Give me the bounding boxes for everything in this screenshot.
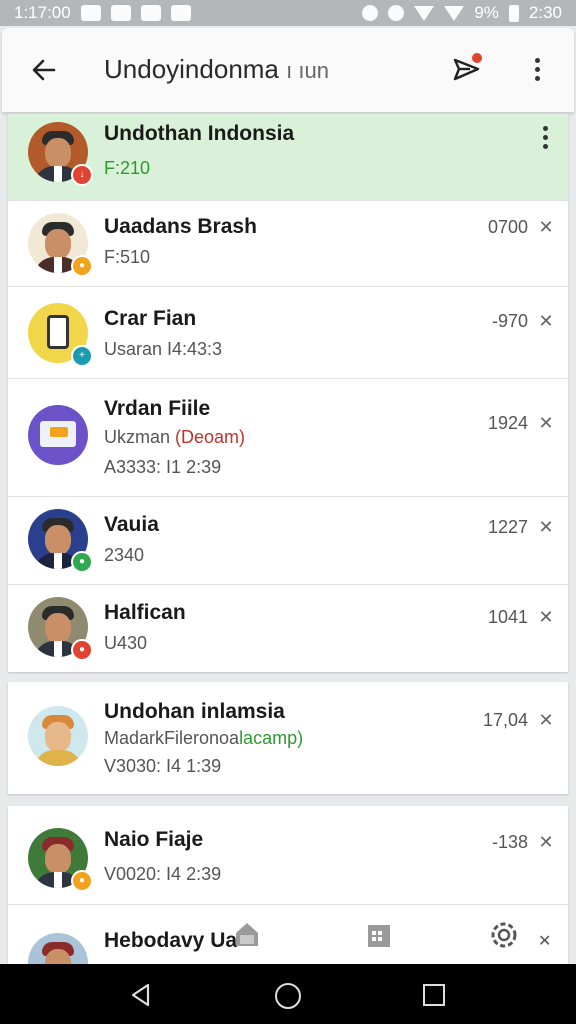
contact-sub-plain: MadarkFileronoa (104, 728, 240, 748)
app-bar: Undoyindonma ı ıun (2, 28, 574, 112)
contact-meta: -138 (491, 832, 528, 852)
system-nav-bar (0, 964, 576, 1024)
page-title-text: Undoyindonma (104, 54, 279, 84)
avatar: ● (28, 828, 93, 892)
contact-sub-line2: A3333: I1 2:39 (104, 457, 222, 477)
avatar: + (28, 303, 93, 367)
signal-icon (444, 5, 465, 21)
battery-percent: 9% (474, 3, 499, 22)
close-icon[interactable]: ✕ (536, 832, 556, 853)
badge-icon: ↓ (71, 164, 93, 186)
contact-name: Uaadans Brash (104, 215, 257, 238)
list-item[interactable]: ● Halfican U430 1041 ✕ (8, 584, 568, 672)
close-icon[interactable]: ✕ (538, 931, 551, 951)
close-icon[interactable]: ✕ (536, 311, 556, 332)
conversation-card-2: Undohan inlamsia MadarkFileronoalacamp) … (8, 682, 568, 794)
contact-name: Vauia (104, 513, 159, 536)
wifi-icon (414, 5, 435, 21)
page-title: Undoyindonma ı ıun (104, 54, 329, 85)
close-icon[interactable]: ✕ (536, 710, 556, 731)
back-button[interactable] (26, 50, 62, 90)
contact-meta: 1924 (487, 413, 528, 433)
arrow-left-icon (32, 59, 56, 81)
nav-home-icon[interactable] (275, 983, 301, 1009)
contact-sub: F:510 (104, 247, 151, 267)
contact-sub: F:210 (104, 158, 151, 178)
badge-icon: ● (71, 639, 93, 661)
list-item[interactable]: ● Uaadans Brash F:510 0700 ✕ (8, 200, 568, 286)
page-title-suffix: ı ıun (286, 58, 329, 83)
home-icon[interactable] (232, 919, 262, 949)
list-item[interactable]: ● Naio Fiaje V0020: I4 2:39 -138 ✕ (8, 806, 568, 904)
close-icon[interactable]: ✕ (536, 217, 556, 238)
contact-sub: V0020: I4 2:39 (104, 864, 222, 884)
camera-icon (110, 5, 131, 21)
contact-name: Undohan inlamsia (104, 700, 285, 723)
contact-sub: MadarkFileronoalacamp) (104, 728, 303, 749)
bottom-toolbar: Hebodavy Ua ✕ (8, 904, 568, 965)
conversation-card-1: ↓ Undothan Indonsia F:210 ● Uaadans Bras… (8, 114, 568, 672)
contact-name: Vrdan Fiile (104, 397, 211, 420)
battery-icon (508, 4, 519, 22)
avatar (28, 405, 88, 465)
list-item[interactable]: + Crar Fian Usaran I4:43:3 -970 ✕ (8, 286, 568, 378)
nav-back-icon[interactable] (128, 982, 154, 1008)
status-clock-right: 2:30 (528, 3, 562, 22)
send-icon (453, 53, 482, 81)
contact-meta: 1041 (487, 607, 528, 627)
contact-meta: -970 (491, 311, 528, 331)
contact-sub: 2340 (104, 545, 145, 565)
contact-sub-tag: lacamp) (239, 728, 304, 748)
nfc-icon (362, 5, 379, 21)
contact-name: Naio Fiaje (104, 828, 204, 851)
contact-meta: 0700 (487, 217, 528, 237)
contact-name: Undothan Indonsia (104, 122, 295, 145)
lock-icon (140, 5, 161, 21)
contact-sub-line2: V3030: I4 1:39 (104, 756, 222, 776)
more-vert-icon[interactable] (543, 126, 548, 149)
notification-icon (80, 5, 101, 21)
nav-recent-icon[interactable] (423, 984, 445, 1006)
list-item[interactable]: Undohan inlamsia MadarkFileronoalacamp) … (8, 682, 568, 794)
list-item[interactable]: ● Vauia 2340 1227 ✕ (8, 496, 568, 584)
more-vert-icon[interactable] (535, 58, 540, 81)
contact-meta: 17,04 (482, 710, 528, 730)
list-item[interactable]: Vrdan Fiile Ukzman (Deoam) A3333: I1 2:3… (8, 378, 568, 496)
close-icon[interactable]: ✕ (536, 517, 556, 538)
status-time: 1:17:00 (14, 3, 71, 22)
contact-sub: Usaran I4:43:3 (104, 339, 223, 359)
settings-icon[interactable] (488, 919, 520, 951)
badge-icon: ● (71, 255, 93, 277)
contact-name: Hebodavy Ua (104, 929, 238, 952)
avatar: ↓ (28, 122, 93, 186)
avatar: ● (28, 597, 93, 661)
contact-sub: U430 (104, 633, 148, 653)
close-icon[interactable]: ✕ (536, 607, 556, 628)
mail-icon (170, 5, 191, 21)
calendar-icon[interactable] (366, 921, 392, 949)
contact-sub-plain: Ukzman (104, 427, 176, 447)
alarm-icon (388, 5, 405, 21)
contact-name: Crar Fian (104, 307, 197, 330)
avatar: ● (28, 509, 93, 573)
contact-meta: 1227 (487, 517, 528, 537)
badge-icon: + (71, 345, 93, 367)
contact-name: Halfican (104, 601, 186, 624)
send-button[interactable] (450, 52, 484, 86)
status-bar: 1:17:00 9% 2:30 (0, 0, 576, 26)
badge-icon: ● (71, 551, 93, 573)
contact-sub: Ukzman (Deoam) (104, 427, 245, 448)
contact-sub-tag: (Deoam) (175, 427, 246, 447)
avatar (28, 706, 88, 766)
avatar: ● (28, 213, 93, 277)
avatar (28, 933, 88, 965)
list-item[interactable]: ↓ Undothan Indonsia F:210 (8, 114, 568, 200)
close-icon[interactable]: ✕ (536, 413, 556, 434)
badge-icon: ● (71, 870, 93, 892)
